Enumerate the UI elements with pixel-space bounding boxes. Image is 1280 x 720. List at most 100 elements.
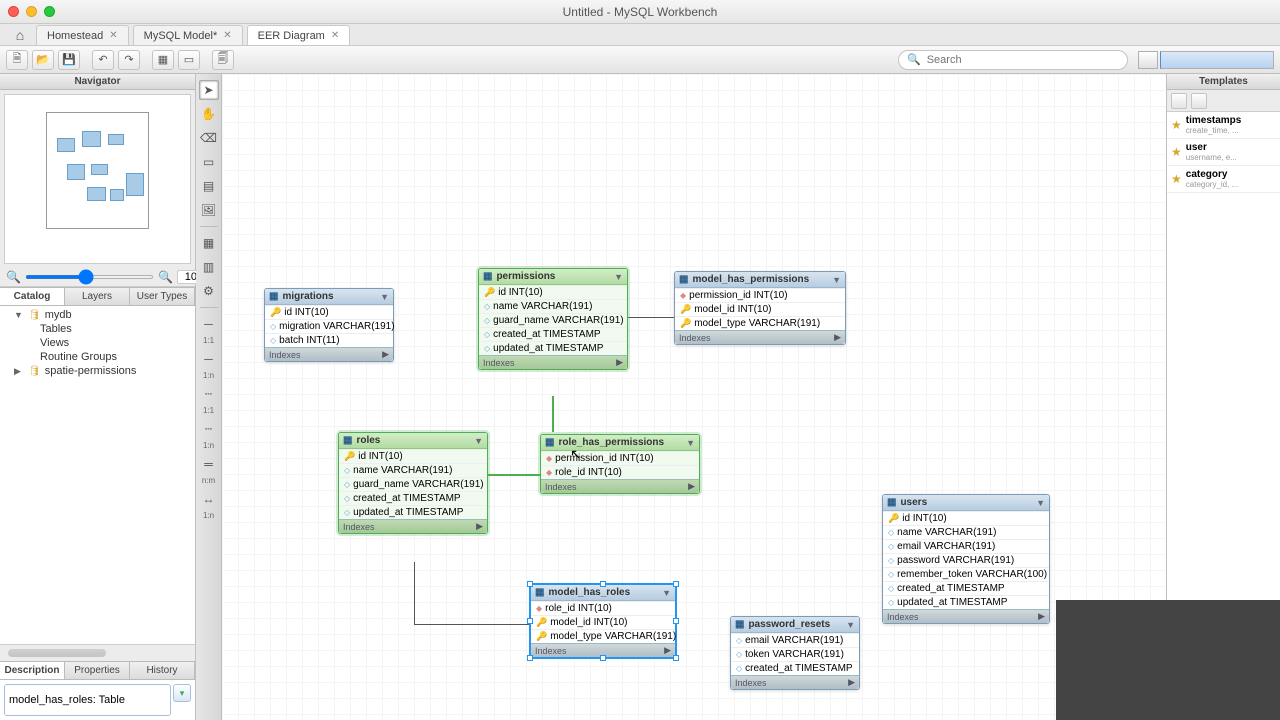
column-row[interactable]: ◇name VARCHAR(191) xyxy=(339,463,487,477)
tab-eer-diagram[interactable]: EER Diagram✕ xyxy=(247,25,351,45)
expand-icon[interactable]: ▶ xyxy=(1038,611,1045,622)
zoom-slider[interactable] xyxy=(25,275,154,279)
expand-icon[interactable]: ▶ xyxy=(616,357,623,368)
close-icon[interactable]: ✕ xyxy=(223,30,231,41)
column-row[interactable]: ◇created_at TIMESTAMP xyxy=(479,327,627,341)
column-row[interactable]: 🔑id INT(10) xyxy=(265,305,393,319)
entity-password-resets[interactable]: ▦password_resets▼◇email VARCHAR(191)◇tok… xyxy=(730,616,860,690)
column-row[interactable]: 🔑id INT(10) xyxy=(479,285,627,299)
column-row[interactable]: ◇password VARCHAR(191) xyxy=(883,553,1049,567)
template-item[interactable]: ★categorycategory_id, ... xyxy=(1167,166,1280,193)
minimize-window-button[interactable] xyxy=(26,6,37,17)
selection-handle[interactable] xyxy=(600,655,606,661)
column-row[interactable]: 🔑model_type VARCHAR(191) xyxy=(531,629,675,643)
home-icon[interactable]: ⌂ xyxy=(8,25,32,45)
object-info-input[interactable] xyxy=(4,684,171,716)
tab-mysql-model[interactable]: MySQL Model*✕ xyxy=(133,25,243,45)
column-row[interactable]: ◇created_at TIMESTAMP xyxy=(731,661,859,675)
tab-homestead[interactable]: Homestead✕ xyxy=(36,25,129,45)
column-row[interactable]: 🔑id INT(10) xyxy=(883,511,1049,525)
column-row[interactable]: ◇remember_token VARCHAR(100) xyxy=(883,567,1049,581)
entity-indexes[interactable]: Indexes▶ xyxy=(883,609,1049,623)
close-window-button[interactable] xyxy=(8,6,19,17)
collapse-icon[interactable]: ▼ xyxy=(1036,498,1045,508)
collapse-icon[interactable]: ▼ xyxy=(832,275,841,285)
eraser-tool[interactable]: ⌫ xyxy=(199,128,219,148)
template-item[interactable]: ★timestampscreate_time, ... xyxy=(1167,112,1280,139)
collapse-icon[interactable]: ▼ xyxy=(662,588,671,598)
routine-tool[interactable]: ⚙ xyxy=(199,281,219,301)
column-row[interactable]: ◇name VARCHAR(191) xyxy=(883,525,1049,539)
column-row[interactable]: ◇updated_at TIMESTAMP xyxy=(479,341,627,355)
export-button[interactable]: 🗐 xyxy=(212,50,234,70)
expand-icon[interactable]: ▶ xyxy=(834,332,841,343)
rel-existing-tool[interactable]: ↔ xyxy=(199,489,219,509)
column-row[interactable]: ◇email VARCHAR(191) xyxy=(731,633,859,647)
collapse-icon[interactable]: ▼ xyxy=(474,436,483,446)
entity-indexes[interactable]: Indexes▶ xyxy=(731,675,859,689)
column-row[interactable]: ◇created_at TIMESTAMP xyxy=(883,581,1049,595)
entity-roles[interactable]: ▦roles▼🔑id INT(10)◇name VARCHAR(191)◇gua… xyxy=(338,432,488,534)
close-icon[interactable]: ✕ xyxy=(109,30,117,41)
selection-handle[interactable] xyxy=(673,655,679,661)
column-row[interactable]: ◇updated_at TIMESTAMP xyxy=(339,505,487,519)
template-item[interactable]: ★userusername, e... xyxy=(1167,139,1280,166)
entity-header[interactable]: ▦users▼ xyxy=(883,495,1049,511)
column-row[interactable]: 🔑model_id INT(10) xyxy=(675,302,845,316)
selection-handle[interactable] xyxy=(600,581,606,587)
hand-tool[interactable]: ✋ xyxy=(199,104,219,124)
rel-1-n-tool[interactable]: ─ xyxy=(199,349,219,369)
entity-permissions[interactable]: ▦permissions▼🔑id INT(10)◇name VARCHAR(19… xyxy=(478,268,628,370)
entity-indexes[interactable]: Indexes▶ xyxy=(541,479,699,493)
entity-indexes[interactable]: Indexes▶ xyxy=(265,347,393,361)
redo-button[interactable]: ↷ xyxy=(118,50,140,70)
column-row[interactable]: ◇created_at TIMESTAMP xyxy=(339,491,487,505)
template-tool-button[interactable] xyxy=(1171,93,1187,109)
rel-n-m-tool[interactable]: ═ xyxy=(199,454,219,474)
rel-1-1-id-tool[interactable]: ┄ xyxy=(199,384,219,404)
toggle-left-panel-button[interactable] xyxy=(1138,51,1158,69)
view-tool[interactable]: ▥ xyxy=(199,257,219,277)
entity-header[interactable]: ▦role_has_permissions▼ xyxy=(541,435,699,451)
info-tab-history[interactable]: History xyxy=(130,662,195,679)
entity-header[interactable]: ▦migrations▼ xyxy=(265,289,393,305)
diagram-canvas[interactable]: ▦migrations▼🔑id INT(10)◇migration VARCHA… xyxy=(222,74,1166,720)
column-row[interactable]: ◇name VARCHAR(191) xyxy=(479,299,627,313)
tree-item-spatie[interactable]: ▶🛢spatie-permissions xyxy=(0,364,195,378)
entity-indexes[interactable]: Indexes▶ xyxy=(479,355,627,369)
entity-migrations[interactable]: ▦migrations▼🔑id INT(10)◇migration VARCHA… xyxy=(264,288,394,362)
info-tab-properties[interactable]: Properties xyxy=(65,662,130,679)
layer-tool[interactable]: ▭ xyxy=(199,152,219,172)
info-dropdown-button[interactable]: ▾ xyxy=(173,684,191,702)
tree-item-routine-groups[interactable]: Routine Groups xyxy=(0,350,195,364)
entity-header[interactable]: ▦model_has_roles▼ xyxy=(531,585,675,601)
column-row[interactable]: ◇email VARCHAR(191) xyxy=(883,539,1049,553)
expand-icon[interactable]: ▶ xyxy=(664,645,671,656)
minimap[interactable] xyxy=(4,94,191,264)
column-row[interactable]: ◆permission_id INT(10) xyxy=(541,451,699,465)
expand-icon[interactable]: ▶ xyxy=(476,521,483,532)
column-row[interactable]: ◆permission_id INT(10) xyxy=(675,288,845,302)
tree-item-views[interactable]: Views xyxy=(0,336,195,350)
image-tool[interactable]: 🖼 xyxy=(199,200,219,220)
column-row[interactable]: ◇token VARCHAR(191) xyxy=(731,647,859,661)
entity-users[interactable]: ▦users▼🔑id INT(10)◇name VARCHAR(191)◇ema… xyxy=(882,494,1050,624)
entity-header[interactable]: ▦roles▼ xyxy=(339,433,487,449)
toggle-right-panel-button[interactable] xyxy=(1160,51,1274,69)
entity-header[interactable]: ▦password_resets▼ xyxy=(731,617,859,633)
entity-indexes[interactable]: Indexes▶ xyxy=(339,519,487,533)
entity-role-has-permissions[interactable]: ▦role_has_permissions▼◆permission_id INT… xyxy=(540,434,700,494)
selection-handle[interactable] xyxy=(527,618,533,624)
column-row[interactable]: ◇guard_name VARCHAR(191) xyxy=(339,477,487,491)
rel-1-1-tool[interactable]: ─ xyxy=(199,314,219,334)
entity-model-has-permissions[interactable]: ▦model_has_permissions▼◆permission_id IN… xyxy=(674,271,846,345)
column-row[interactable]: ◇migration VARCHAR(191) xyxy=(265,319,393,333)
tree-item-mydb[interactable]: ▼🛢mydb xyxy=(0,308,195,322)
column-row[interactable]: ◇guard_name VARCHAR(191) xyxy=(479,313,627,327)
column-row[interactable]: ◇batch INT(11) xyxy=(265,333,393,347)
entity-header[interactable]: ▦permissions▼ xyxy=(479,269,627,285)
catalog-tree[interactable]: ▼🛢mydb Tables Views Routine Groups ▶🛢spa… xyxy=(0,306,195,645)
zoom-window-button[interactable] xyxy=(44,6,55,17)
selection-handle[interactable] xyxy=(527,581,533,587)
collapse-icon[interactable]: ▼ xyxy=(686,438,695,448)
